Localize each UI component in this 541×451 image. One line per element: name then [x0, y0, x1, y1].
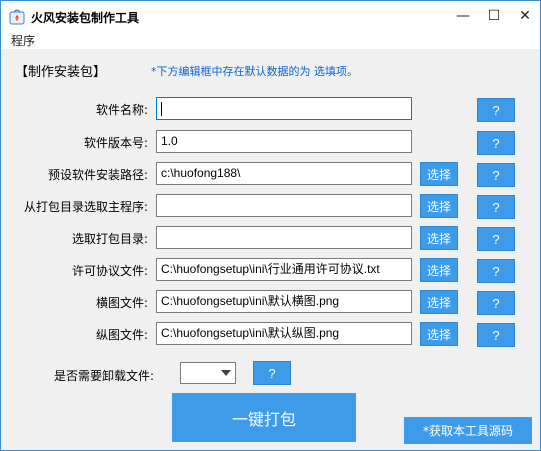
pack-directory-help-button[interactable]: ? — [477, 227, 515, 251]
banner-image-select-button[interactable]: 选择 — [420, 290, 458, 314]
side-image-label: 纵图文件: — [95, 328, 148, 342]
main-program-help-button[interactable]: ? — [477, 195, 515, 219]
side-image-help-button[interactable]: ? — [477, 323, 515, 347]
pack-directory-select-button[interactable]: 选择 — [420, 226, 458, 250]
banner-image-help-button[interactable]: ? — [477, 291, 515, 315]
window-title: 火风安装包制作工具 — [31, 11, 140, 25]
menu-bar: 程序 — [1, 31, 540, 49]
main-program-label: 从打包目录选取主程序: — [23, 200, 148, 214]
install-path-field[interactable]: c:\huofong188\ — [156, 162, 412, 185]
banner-image-field[interactable]: C:\huofongsetup\ini\默认横图.png — [156, 290, 412, 313]
uninstall-select[interactable] — [180, 362, 236, 384]
install-path-select-button[interactable]: 选择 — [420, 162, 458, 186]
main-program-select-button[interactable]: 选择 — [420, 194, 458, 218]
install-path-label: 预设软件安装路径: — [47, 168, 148, 182]
one-click-pack-button[interactable]: 一键打包 — [172, 393, 356, 442]
license-file-select-button[interactable]: 选择 — [420, 258, 458, 282]
section-title: 【制作安装包】 — [15, 65, 107, 80]
software-version-field[interactable]: 1.0 — [156, 130, 412, 153]
minimize-button[interactable]: — — [448, 1, 478, 31]
license-file-label: 许可协议文件: — [71, 264, 148, 278]
maximize-button[interactable]: ☐ — [479, 1, 509, 31]
uninstall-label: 是否需要卸载文件: — [53, 369, 154, 383]
software-version-label: 软件版本号: — [83, 136, 148, 150]
menu-item-program[interactable]: 程序 — [11, 32, 35, 49]
title-bar: 火风安装包制作工具 — ☐ ✕ — [1, 1, 540, 31]
pack-directory-label: 选取打包目录: — [71, 232, 148, 246]
main-program-field[interactable] — [156, 194, 412, 217]
software-version-help-button[interactable]: ? — [477, 131, 515, 155]
uninstall-help-button[interactable]: ? — [253, 361, 291, 385]
app-window: 火风安装包制作工具 — ☐ ✕ 程序 【制作安装包】 *下方编辑框中存在默认数据… — [0, 0, 541, 451]
banner-image-label: 横图文件: — [95, 296, 148, 310]
text-caret — [161, 101, 162, 116]
side-image-field[interactable]: C:\huofongsetup\ini\默认纵图.png — [156, 322, 412, 345]
chevron-down-icon — [221, 370, 231, 376]
software-name-field[interactable] — [156, 97, 412, 120]
pack-directory-field[interactable] — [156, 226, 412, 249]
hint-text: *下方编辑框中存在默认数据的为 选填项。 — [151, 65, 358, 78]
install-path-help-button[interactable]: ? — [477, 163, 515, 187]
app-icon — [9, 9, 25, 25]
license-file-field[interactable]: C:\huofongsetup\ini\行业通用许可协议.txt — [156, 258, 412, 281]
software-name-label: 软件名称: — [95, 103, 148, 117]
get-source-button[interactable]: *获取本工具源码 — [404, 417, 532, 444]
side-image-select-button[interactable]: 选择 — [420, 322, 458, 346]
license-file-help-button[interactable]: ? — [477, 259, 515, 283]
software-name-help-button[interactable]: ? — [477, 98, 515, 122]
close-button[interactable]: ✕ — [510, 1, 540, 31]
